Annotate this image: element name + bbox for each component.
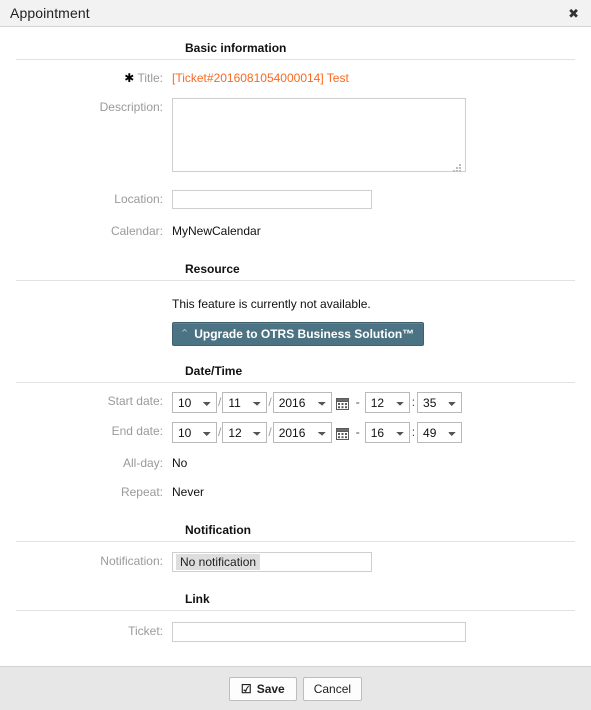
start-minute-select[interactable]: 00051015202530354045495055 [417, 392, 463, 413]
location-input[interactable] [172, 190, 372, 209]
dialog-footer: ☑ Save Cancel [0, 666, 591, 710]
start-date-controls: 010203040506070809101112 / 0102030405060… [172, 392, 591, 413]
calendar-icon[interactable] [335, 427, 349, 440]
ticket-input[interactable] [172, 622, 466, 642]
appointment-dialog: Appointment ✖ Basic information ✱ Title:… [0, 0, 591, 710]
section-title-datetime: Date/Time [185, 364, 243, 378]
end-minute-select[interactable]: 00051015202530354045495055 [417, 422, 463, 443]
section-datetime: Date/Time Start date: 010203040506070809… [0, 358, 591, 505]
date-time-dash: - [355, 425, 360, 439]
section-title-link: Link [185, 592, 210, 606]
title-value-wrap: [Ticket#2016081054000014] Test [172, 69, 591, 88]
section-notification: Notification Notification: No notificati… [0, 517, 591, 574]
upgrade-button[interactable]: ⌃ Upgrade to OTRS Business Solution™ [172, 322, 425, 346]
resource-upgrade-wrap: ⌃ Upgrade to OTRS Business Solution™ [172, 322, 591, 346]
field-row-notification: Notification: No notification [0, 542, 591, 574]
section-title-basic: Basic information [185, 41, 287, 55]
section-basic-information: Basic information ✱ Title: [Ticket#20160… [0, 35, 591, 244]
section-title-resource: Resource [185, 262, 240, 276]
resource-notice-text: This feature is currently not available. [172, 297, 371, 311]
appointment-title-value: [Ticket#2016081054000014] Test [172, 71, 349, 85]
section-title-notification: Notification [185, 523, 251, 537]
description-value-wrap [172, 98, 591, 178]
notification-value-wrap: No notification [172, 552, 591, 572]
location-value-wrap [172, 190, 591, 210]
checkbox-checked-icon: ☑ [240, 681, 252, 696]
cancel-button[interactable]: Cancel [302, 676, 363, 701]
field-row-description: Description: [0, 91, 591, 178]
start-hour-select[interactable]: 0001020304050607080910111213141516171819… [364, 392, 410, 413]
resource-notice-row: This feature is currently not available. [0, 281, 591, 314]
location-label: Location: [114, 192, 163, 206]
field-row-location: Location: [0, 178, 591, 212]
repeat-value: Never [172, 485, 205, 499]
field-row-start-date: Start date: 010203040506070809101112 / 0… [0, 383, 591, 414]
end-hour-select[interactable]: 0001020304050607080910111213141516171819… [364, 422, 410, 443]
calendar-label: Calendar: [110, 224, 163, 238]
calendar-value: MyNewCalendar [172, 224, 261, 238]
description-input[interactable] [172, 98, 466, 172]
close-icon[interactable]: ✖ [568, 7, 579, 20]
end-year-select[interactable]: 20142015201620172018 [272, 422, 332, 443]
dialog-header: Appointment ✖ [0, 0, 591, 27]
required-marker: ✱ [124, 71, 135, 85]
save-button-label: Save [256, 681, 285, 696]
section-link: Link Ticket: [0, 586, 591, 644]
end-day-select[interactable]: 0102030405060708091011121314151617181920… [222, 422, 268, 443]
cancel-button-label: Cancel [313, 681, 352, 696]
field-row-repeat: Repeat: Never [0, 476, 591, 505]
notification-label: Notification: [100, 554, 163, 568]
start-year-select[interactable]: 20142015201620172018 [272, 392, 332, 413]
dialog-body: Basic information ✱ Title: [Ticket#20160… [0, 27, 591, 666]
resource-upgrade-row: ⌃ Upgrade to OTRS Business Solution™ [0, 314, 591, 346]
start-day-select[interactable]: 0102030405060708091011121314151617181920… [222, 392, 268, 413]
end-month-select[interactable]: 010203040506070809101112 [172, 422, 217, 443]
allday-value: No [172, 456, 188, 470]
calendar-icon[interactable] [335, 397, 349, 410]
date-time-dash: - [355, 395, 360, 409]
notification-chip: No notification [176, 554, 261, 570]
description-textarea-wrap [172, 98, 466, 178]
field-row-calendar: Calendar: MyNewCalendar [0, 212, 591, 244]
time-separator: : [411, 395, 416, 409]
description-label: Description: [99, 100, 163, 114]
section-resource: Resource This feature is currently not a… [0, 256, 591, 346]
ticket-value-wrap [172, 622, 591, 642]
start-date-label: Start date: [107, 394, 163, 408]
chevron-up-icon: ⌃ [180, 328, 190, 340]
save-button[interactable]: ☑ Save [228, 676, 297, 701]
upgrade-button-label: Upgrade to OTRS Business Solution™ [194, 327, 415, 341]
title-label: ✱ Title: [0, 69, 172, 88]
field-row-end-date: End date: 010203040506070809101112 / 010… [0, 414, 591, 444]
title-label-text: Title: [137, 71, 163, 85]
notification-input[interactable]: No notification [172, 552, 372, 572]
end-date-controls: 010203040506070809101112 / 0102030405060… [172, 422, 591, 443]
time-separator: : [411, 425, 416, 439]
field-row-ticket: Ticket: [0, 611, 591, 644]
field-row-title: ✱ Title: [Ticket#2016081054000014] Test [0, 60, 591, 91]
allday-label: All-day: [122, 456, 163, 470]
start-month-select[interactable]: 010203040506070809101112 [172, 392, 217, 413]
ticket-label: Ticket: [128, 624, 163, 638]
field-row-allday: All-day: No [0, 444, 591, 476]
end-date-label: End date: [111, 424, 163, 438]
repeat-label: Repeat: [120, 485, 163, 499]
dialog-title: Appointment [10, 5, 90, 21]
